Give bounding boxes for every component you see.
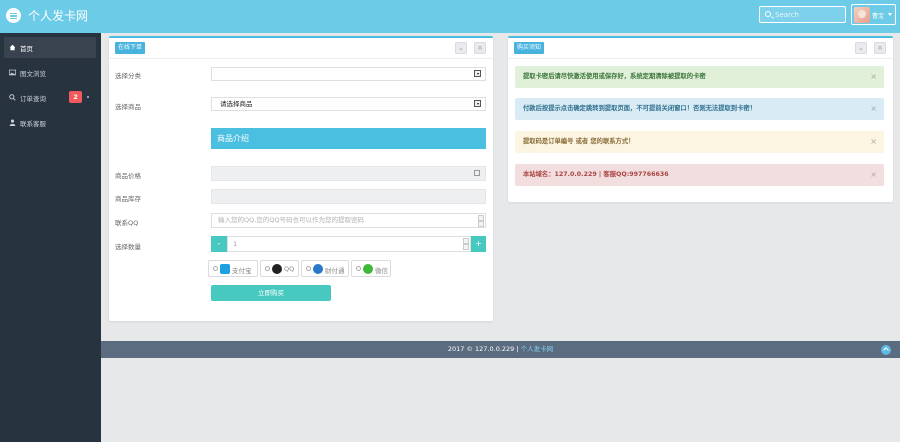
category-label: 选择分类 [115, 72, 141, 80]
panel-title: 在线下单 [115, 42, 146, 54]
search-icon [765, 11, 771, 17]
alert-text: 提取码是订单编号 或者 您的联系方式！ [523, 138, 635, 145]
quantity-label: 选择数量 [115, 243, 141, 251]
panel-title: 购买须知 [514, 42, 545, 54]
close-icon[interactable]: × [874, 42, 886, 54]
order-panel: 在线下单 ⌄ × 选择分类 选择商品 请选择商品 商品介绍 商品价格 商品库存 … [109, 36, 493, 321]
alert-success: 提取卡密后请尽快激活使用或保存好，系统定期清除被提取的卡密 × [515, 66, 884, 88]
divider [109, 58, 493, 59]
alert-info: 付款后按提示点击确定跳转到提取页面，不可提前关闭窗口！否则无法提取到卡密！ × [515, 98, 884, 120]
user-name: 曹宝 [872, 13, 885, 20]
back-to-top-icon[interactable] [881, 345, 891, 355]
payment-option-qq[interactable]: QQ [260, 260, 299, 277]
chevron-down-icon [888, 13, 892, 16]
search-box[interactable] [759, 6, 846, 23]
close-icon[interactable]: × [870, 98, 877, 120]
radio-button[interactable] [213, 266, 218, 271]
sidebar-item-home[interactable]: 首页 [4, 37, 96, 58]
avatar [854, 7, 870, 23]
chevron-right-icon [87, 96, 89, 98]
sidebar-item-label: 联系客服 [20, 120, 46, 128]
stock-field [211, 189, 486, 204]
sidebar: 首页 图文浏览 订单查询 2 联系客服 [0, 33, 101, 442]
sidebar-item-label: 图文浏览 [20, 70, 46, 78]
payment-label: 支付宝 [232, 267, 252, 275]
spinner-down-icon[interactable] [478, 221, 484, 227]
sidebar-item-gallery[interactable]: 图文浏览 [4, 62, 96, 83]
collapse-icon[interactable]: ⌄ [855, 42, 867, 54]
qq-label: 联系QQ [115, 219, 139, 227]
notice-panel: 购买须知 ⌄ × 提取卡密后请尽快激活使用或保存好，系统定期清除被提取的卡密 ×… [508, 36, 893, 202]
alert-warning: 提取码是订单编号 或者 您的联系方式！ × [515, 131, 884, 153]
order-count-badge: 2 [69, 91, 82, 103]
edit-icon [474, 170, 480, 176]
price-label: 商品价格 [115, 172, 141, 180]
image-icon [9, 69, 16, 76]
footer-link[interactable]: 个人发卡网 [521, 345, 554, 353]
payment-label: 财付通 [325, 267, 345, 275]
wechat-icon [363, 264, 373, 274]
qq-icon [272, 264, 282, 274]
close-icon[interactable]: × [474, 42, 486, 54]
qq-input[interactable]: 输入您的QQ,您的QQ号码也可以作为您的提取密码 [211, 213, 486, 228]
product-description-header: 商品介绍 [211, 128, 486, 149]
quantity-input[interactable]: 1 [227, 236, 471, 252]
qq-placeholder: 输入您的QQ,您的QQ号码也可以作为您的提取密码 [218, 216, 365, 224]
sidebar-item-orders[interactable]: 订单查询 2 [4, 87, 96, 108]
alert-danger: 本站域名：127.0.0.229 | 客服QQ:997766636 × [515, 164, 884, 186]
stock-label: 商品库存 [115, 195, 141, 203]
radio-button[interactable] [265, 266, 270, 271]
search-input[interactable] [775, 9, 843, 20]
top-navbar: 个人发卡网 曹宝 [0, 0, 900, 33]
user-icon [9, 119, 16, 126]
user-menu[interactable]: 曹宝 [851, 4, 896, 25]
payment-option-wechat[interactable]: 微信 [351, 260, 391, 277]
quantity-value: 1 [233, 240, 238, 248]
sidebar-item-label: 首页 [20, 45, 33, 53]
payment-option-tenpay[interactable]: 财付通 [301, 260, 349, 277]
category-select[interactable] [211, 67, 486, 81]
footer: 2017 © 127.0.0.229 | 个人发卡网 [101, 341, 900, 358]
collapse-icon[interactable]: ⌄ [455, 42, 467, 54]
payment-label: QQ [284, 265, 295, 273]
sidebar-item-label: 订单查询 [20, 95, 46, 103]
chevron-down-icon [474, 70, 481, 77]
product-select-value: 请选择商品 [220, 100, 253, 108]
price-field [211, 166, 486, 181]
quantity-plus-button[interactable]: + [471, 236, 486, 252]
close-icon[interactable]: × [870, 66, 877, 88]
product-label: 选择商品 [115, 103, 141, 111]
site-title[interactable]: 个人发卡网 [28, 7, 88, 24]
menu-toggle-icon[interactable] [6, 8, 21, 23]
footer-text: 2017 © 127.0.0.229 | [447, 345, 521, 353]
home-icon [9, 44, 16, 51]
chevron-down-icon [474, 100, 481, 107]
payment-option-alipay[interactable]: 支付宝 [208, 260, 258, 277]
close-icon[interactable]: × [870, 164, 877, 186]
spinner-down-icon[interactable] [463, 244, 469, 250]
radio-button[interactable] [306, 266, 311, 271]
radio-button[interactable] [356, 266, 361, 271]
tenpay-icon [313, 264, 323, 274]
sidebar-item-support[interactable]: 联系客服 [4, 112, 96, 133]
product-select[interactable]: 请选择商品 [211, 97, 486, 111]
alipay-icon [220, 264, 230, 274]
quantity-minus-button[interactable]: - [211, 236, 227, 252]
alert-text: 付款后按提示点击确定跳转到提取页面，不可提前关闭窗口！否则无法提取到卡密！ [523, 105, 756, 112]
payment-label: 微信 [375, 267, 388, 275]
alert-text: 提取卡密后请尽快激活使用或保存好，系统定期清除被提取的卡密 [523, 73, 706, 80]
alert-text: 本站域名：127.0.0.229 | 客服QQ:997766636 [523, 171, 669, 178]
divider [508, 58, 893, 59]
search-icon [9, 94, 16, 101]
close-icon[interactable]: × [870, 131, 877, 153]
buy-now-button[interactable]: 立即购买 [211, 285, 331, 301]
